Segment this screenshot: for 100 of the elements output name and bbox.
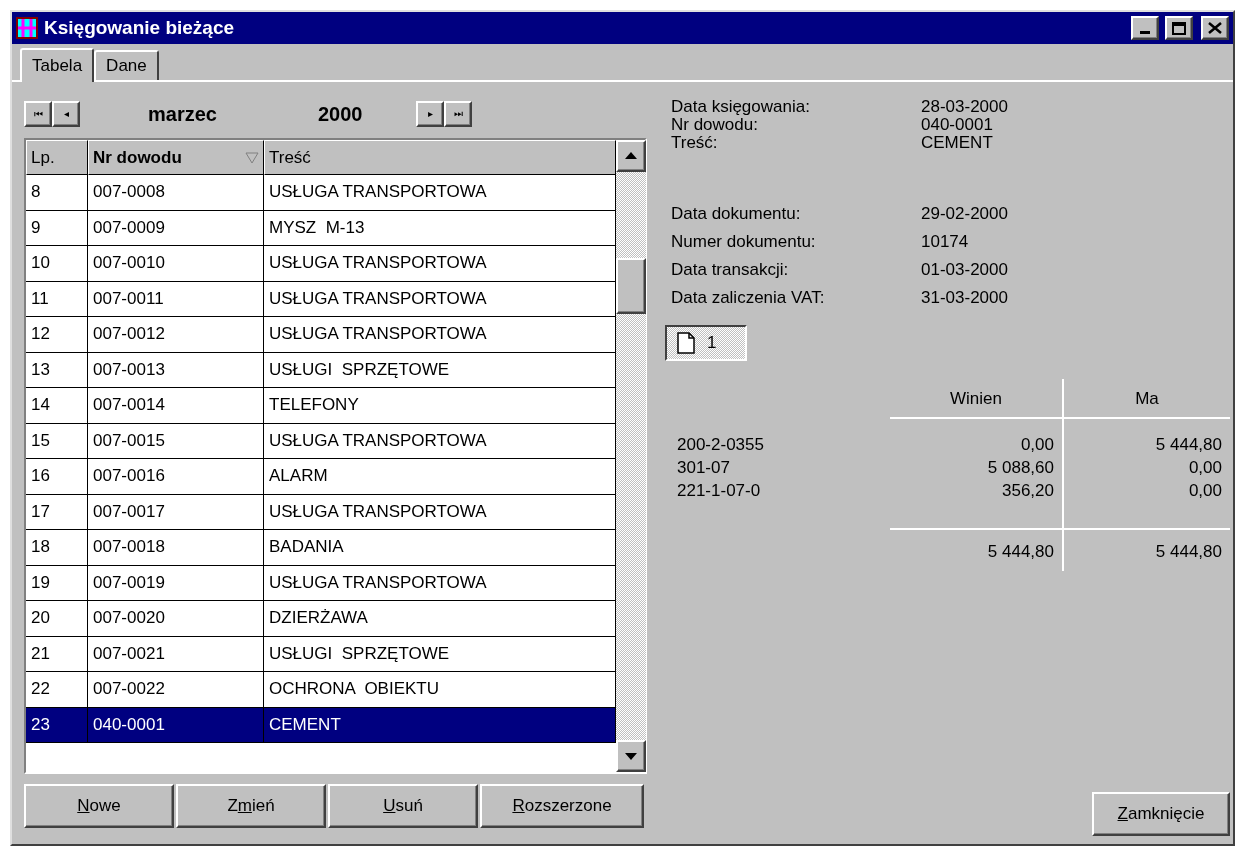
month-label: marzec bbox=[148, 102, 218, 126]
window-title: Księgowanie bieżące bbox=[44, 17, 236, 39]
table-cell: 007-0021 bbox=[88, 636, 264, 672]
column-header[interactable]: Lp. bbox=[26, 140, 88, 175]
table-cell: BADANIA bbox=[264, 530, 616, 566]
table-cell: 007-0013 bbox=[88, 352, 264, 388]
table-cell: 007-0016 bbox=[88, 459, 264, 495]
field-value: CEMENT bbox=[921, 134, 994, 152]
tab[interactable]: Dane bbox=[94, 50, 159, 80]
column-header: Ma bbox=[1062, 379, 1230, 419]
action-button[interactable]: Nowe bbox=[24, 784, 174, 828]
table-cell: 007-0017 bbox=[88, 494, 264, 530]
debit-amount: 356,20 bbox=[1001, 480, 1055, 502]
account-number: 200-2-0355 bbox=[676, 434, 765, 456]
field-label: Data dokumentu: bbox=[671, 203, 802, 225]
table-cell: 007-0009 bbox=[88, 210, 264, 246]
table-row[interactable]: 9 007-0009 MYSZ M-13 bbox=[26, 210, 616, 246]
credit-amount: 5 444,80 bbox=[1062, 419, 1230, 456]
column-header: Winien bbox=[890, 379, 1062, 419]
table-cell: CEMENT bbox=[264, 707, 616, 743]
tab[interactable]: Tabela bbox=[20, 48, 95, 82]
table-cell: 8 bbox=[26, 175, 88, 211]
table-cell: 11 bbox=[26, 281, 88, 317]
table-row[interactable]: 21 007-0021 USŁUGI SPRZĘTOWE bbox=[26, 636, 616, 672]
table-row[interactable]: 22 007-0022 OCHRONA OBIEKTU bbox=[26, 672, 616, 708]
field-value: 01-03-2000 bbox=[921, 259, 1009, 281]
table-cell: 007-0014 bbox=[88, 388, 264, 424]
close-icon bbox=[1208, 22, 1222, 34]
action-button[interactable]: Rozszerzone bbox=[480, 784, 644, 828]
debit-total: 5 444,80 bbox=[890, 528, 1062, 571]
table-cell: USŁUGI SPRZĘTOWE bbox=[264, 636, 616, 672]
table-cell: 9 bbox=[26, 210, 88, 246]
scroll-thumb[interactable] bbox=[616, 258, 646, 314]
account-number: 221-1-07-0 bbox=[676, 480, 762, 502]
first-month-button[interactable]: ⏮ bbox=[24, 101, 52, 127]
table-cell: 17 bbox=[26, 494, 88, 530]
action-button[interactable]: Usuń bbox=[328, 784, 478, 828]
field-value: 31-03-2000 bbox=[921, 287, 1009, 309]
account-number: 301-07 bbox=[676, 457, 731, 479]
table-row[interactable]: 17 007-0017 USŁUGA TRANSPORTOWA bbox=[26, 494, 616, 530]
close-button[interactable] bbox=[1201, 16, 1229, 40]
field-value: 040-0001 bbox=[921, 116, 994, 134]
table-cell: USŁUGA TRANSPORTOWA bbox=[264, 423, 616, 459]
table-cell: 007-0022 bbox=[88, 672, 264, 708]
previous-month-button[interactable]: ◂ bbox=[52, 101, 80, 127]
table-row[interactable]: 18 007-0018 BADANIA bbox=[26, 530, 616, 566]
table-cell: 14 bbox=[26, 388, 88, 424]
table-row[interactable]: 14 007-0014 TELEFONY bbox=[26, 388, 616, 424]
table-cell: USŁUGI SPRZĘTOWE bbox=[264, 352, 616, 388]
table-row[interactable]: 13 007-0013 USŁUGI SPRZĘTOWE bbox=[26, 352, 616, 388]
minimize-icon bbox=[1140, 31, 1150, 34]
table-cell: 007-0015 bbox=[88, 423, 264, 459]
table-row[interactable]: 10 007-0010 USŁUGA TRANSPORTOWA bbox=[26, 246, 616, 282]
next-month-button[interactable]: ▸ bbox=[416, 101, 444, 127]
credit-total: 5 444,80 bbox=[1062, 528, 1230, 571]
table-cell: USŁUGA TRANSPORTOWA bbox=[264, 246, 616, 282]
close-dialog-button[interactable]: Zamknięcie bbox=[1092, 792, 1230, 836]
table-row[interactable]: 20 007-0020 DZIERŻAWA bbox=[26, 601, 616, 637]
down-arrow-icon bbox=[625, 752, 637, 760]
column-header[interactable]: Nr dowodu bbox=[88, 140, 264, 175]
maximize-button[interactable] bbox=[1165, 16, 1193, 40]
table-cell: 007-0012 bbox=[88, 317, 264, 353]
debit-amount: 5 088,60 bbox=[986, 457, 1055, 479]
table-cell: TELEFONY bbox=[264, 388, 616, 424]
table-cell: 20 bbox=[26, 601, 88, 637]
field-label: Data księgowania: bbox=[671, 98, 811, 116]
app-icon bbox=[16, 17, 38, 39]
field-value: 29-02-2000 bbox=[921, 203, 1009, 225]
table-cell: 040-0001 bbox=[88, 707, 264, 743]
field-label: Nr dowodu: bbox=[671, 116, 759, 134]
table-cell: 12 bbox=[26, 317, 88, 353]
minimize-button[interactable] bbox=[1131, 16, 1159, 40]
table-row[interactable]: 8 007-0008 USŁUGA TRANSPORTOWA bbox=[26, 175, 616, 211]
table-cell: MYSZ M-13 bbox=[264, 210, 616, 246]
table-row[interactable]: 12 007-0012 USŁUGA TRANSPORTOWA bbox=[26, 317, 616, 353]
table-row[interactable]: 19 007-0019 USŁUGA TRANSPORTOWA bbox=[26, 565, 616, 601]
scrollbar[interactable] bbox=[616, 140, 646, 772]
table-cell: 19 bbox=[26, 565, 88, 601]
table-cell: DZIERŻAWA bbox=[264, 601, 616, 637]
table-row[interactable]: 11 007-0011 USŁUGA TRANSPORTOWA bbox=[26, 281, 616, 317]
table-row[interactable]: 23 040-0001 CEMENT bbox=[26, 707, 616, 743]
table-row[interactable]: 15 007-0015 USŁUGA TRANSPORTOWA bbox=[26, 423, 616, 459]
table-cell: 007-0020 bbox=[88, 601, 264, 637]
table-cell: USŁUGA TRANSPORTOWA bbox=[264, 494, 616, 530]
table-cell: USŁUGA TRANSPORTOWA bbox=[264, 281, 616, 317]
table-cell: 007-0010 bbox=[88, 246, 264, 282]
column-header[interactable]: Treść bbox=[264, 140, 616, 175]
scroll-up-button[interactable] bbox=[616, 140, 646, 172]
table-cell: 15 bbox=[26, 423, 88, 459]
action-button[interactable]: Zmień bbox=[176, 784, 326, 828]
last-month-button[interactable]: ⏭ bbox=[444, 101, 472, 127]
field-label: Numer dokumentu: bbox=[671, 231, 817, 253]
table-cell: 16 bbox=[26, 459, 88, 495]
scroll-down-button[interactable] bbox=[616, 740, 646, 772]
document-button[interactable]: 1 bbox=[665, 325, 747, 361]
table-row[interactable]: 16 007-0016 ALARM bbox=[26, 459, 616, 495]
table-cell: 18 bbox=[26, 530, 88, 566]
table-cell: ALARM bbox=[264, 459, 616, 495]
up-arrow-icon bbox=[625, 152, 637, 160]
table-cell: 007-0018 bbox=[88, 530, 264, 566]
